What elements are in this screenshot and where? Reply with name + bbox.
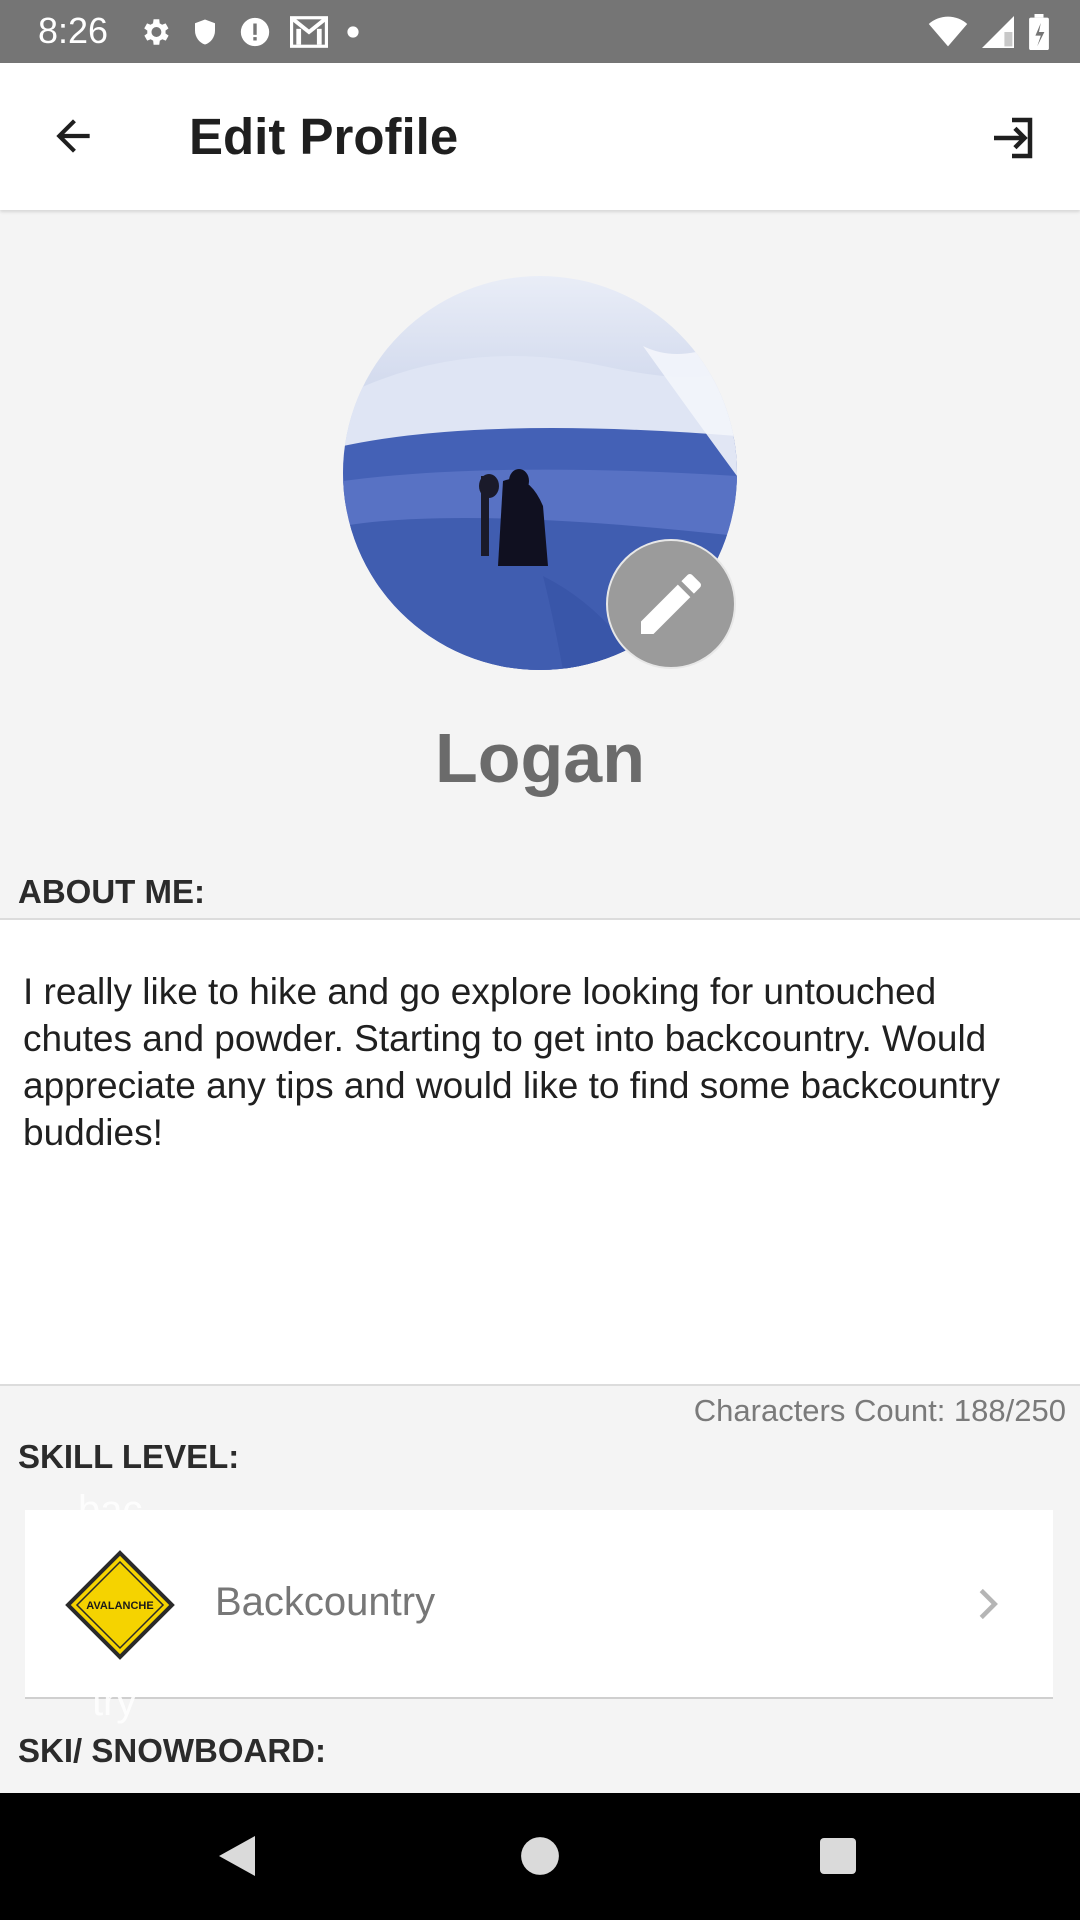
wifi-icon — [928, 16, 968, 47]
navigation-bar — [0, 1793, 1080, 1920]
about-me-label: ABOUT ME: — [18, 873, 205, 910]
profile-name: Logan — [435, 719, 645, 797]
alert-icon — [240, 17, 270, 47]
circle-home-icon — [521, 1837, 559, 1875]
chevron-right-icon — [979, 1588, 998, 1620]
arrow-back-icon — [56, 119, 90, 153]
ski-snowboard-label: SKI/ SNOWBOARD: — [18, 1732, 326, 1769]
status-bar: 8:26 — [0, 0, 1080, 63]
back-button[interactable] — [40, 103, 106, 169]
nav-recents-button[interactable] — [805, 1823, 871, 1889]
logout-button[interactable] — [982, 108, 1042, 168]
status-icons-right — [928, 12, 1050, 52]
avalanche-badge-icon: AVALANCHE — [65, 1550, 175, 1660]
nav-home-button[interactable] — [507, 1823, 573, 1889]
skill-level-label: SKILL LEVEL: — [18, 1438, 240, 1475]
logout-icon — [994, 117, 1033, 159]
avatar-container — [343, 276, 737, 670]
signal-icon — [982, 16, 1014, 48]
pencil-icon — [641, 573, 701, 634]
gmail-icon — [290, 16, 328, 48]
dot-icon — [347, 26, 359, 38]
about-me-text: I really like to hike and go explore loo… — [23, 971, 1000, 1153]
avalanche-badge-text: AVALANCHE — [86, 1600, 153, 1612]
app-bar: Edit Profile — [0, 63, 1080, 210]
shield-icon — [195, 19, 215, 45]
triangle-back-icon — [219, 1836, 255, 1876]
skill-level-selector[interactable]: AVALANCHE Backcountry — [25, 1510, 1053, 1699]
status-time: 8:26 — [38, 10, 109, 51]
nav-back-button[interactable] — [204, 1823, 270, 1889]
about-me-input[interactable]: I really like to hike and go explore loo… — [0, 918, 1080, 1386]
character-count: Characters Count: 188/250 — [693, 1393, 1066, 1428]
battery-icon — [1029, 14, 1049, 50]
edit-avatar-button[interactable] — [606, 539, 736, 669]
settings-icon — [144, 19, 169, 45]
square-recents-icon — [820, 1838, 856, 1874]
status-icons-left — [138, 12, 360, 52]
ghost-text-bottom: try — [92, 1680, 137, 1724]
skill-level-value: Backcountry — [215, 1580, 436, 1624]
page-title: Edit Profile — [189, 108, 459, 165]
